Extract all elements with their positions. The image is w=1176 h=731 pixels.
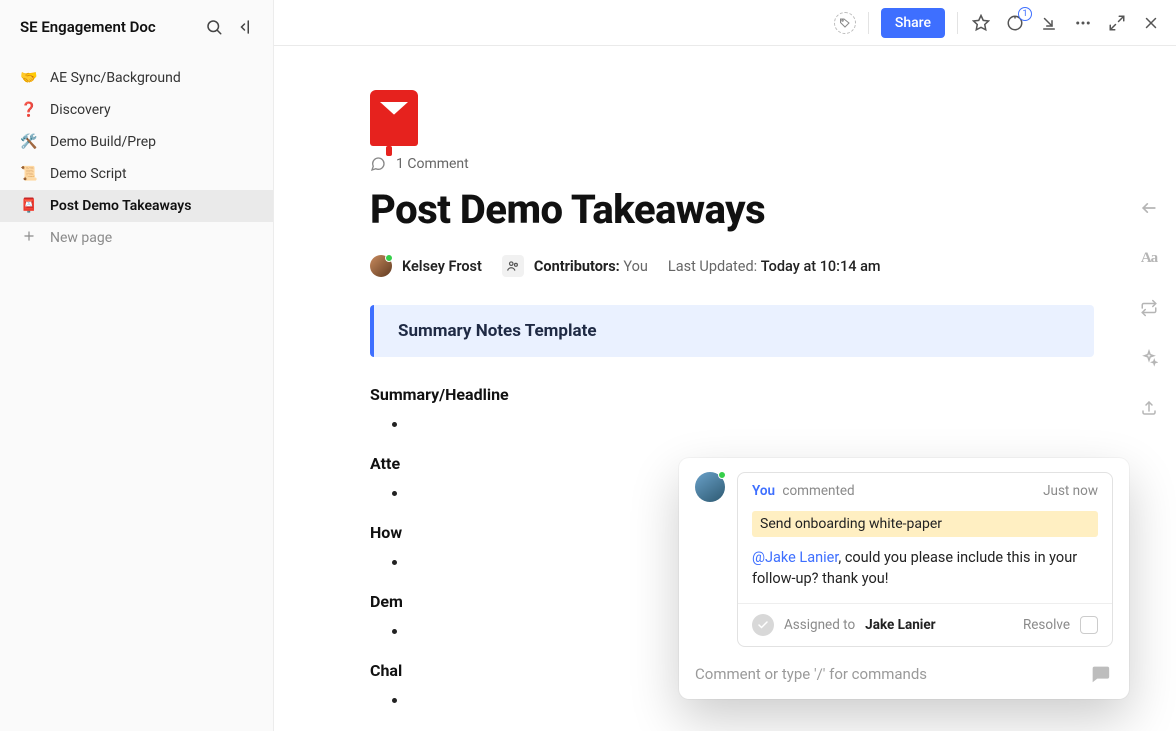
favorite-icon[interactable] — [970, 12, 992, 34]
upload-icon[interactable] — [1137, 396, 1161, 420]
share-button[interactable]: Share — [881, 8, 945, 38]
sidebar-item-label: AE Sync/Background — [50, 70, 181, 86]
author-chip[interactable]: Kelsey Frost — [370, 255, 482, 277]
people-icon — [502, 255, 524, 277]
assignee: Jake Lanier — [865, 617, 935, 633]
sidebar-list: 🤝 AE Sync/Background ❓ Discovery 🛠️ Demo… — [0, 48, 273, 254]
contributors-chip[interactable]: Contributors: You — [502, 255, 648, 277]
avatar — [695, 472, 725, 502]
sidebar-item-discovery[interactable]: ❓ Discovery — [0, 94, 273, 126]
topbar: Share 1 — [274, 0, 1176, 46]
comment-card: You commented Just now Send onboarding w… — [737, 472, 1113, 647]
tools-icon: 🛠️ — [20, 134, 38, 150]
search-icon[interactable] — [203, 16, 225, 38]
divider — [868, 12, 869, 34]
comment-text: @Jake Lanier, could you please include t… — [738, 547, 1112, 603]
main: Share 1 1 Comment — [274, 0, 1176, 731]
scroll-icon: 📜 — [20, 166, 38, 182]
sidebar-item-ae-sync[interactable]: 🤝 AE Sync/Background — [0, 62, 273, 94]
sparkle-icon[interactable] — [1137, 346, 1161, 370]
notifications-icon[interactable]: 1 — [1004, 12, 1026, 34]
sidebar-item-demo-build[interactable]: 🛠️ Demo Build/Prep — [0, 126, 273, 158]
assigned-label: Assigned to — [784, 617, 855, 633]
new-page-button[interactable]: New page — [0, 222, 273, 254]
sidebar-item-demo-script[interactable]: 📜 Demo Script — [0, 158, 273, 190]
callout-text: Summary Notes Template — [398, 321, 597, 341]
collapse-sidebar-icon[interactable] — [235, 16, 257, 38]
sidebar-header: SE Engagement Doc — [0, 0, 273, 48]
doc-icon[interactable] — [370, 90, 1094, 156]
comment-verb: commented — [782, 483, 854, 499]
check-icon — [752, 614, 774, 636]
comment-popover: You commented Just now Send onboarding w… — [679, 458, 1129, 699]
comment-input[interactable] — [695, 665, 1077, 683]
resolve-label: Resolve — [1023, 617, 1070, 633]
comment-count[interactable]: 1 Comment — [370, 156, 1094, 172]
last-updated: Last Updated: Today at 10:14 am — [668, 258, 881, 275]
author-name: Kelsey Frost — [402, 258, 482, 275]
expand-icon[interactable] — [1106, 12, 1128, 34]
right-rail: Aa — [1132, 196, 1166, 420]
tags-button[interactable] — [834, 12, 856, 34]
new-page-label: New page — [50, 230, 112, 246]
question-icon: ❓ — [20, 102, 38, 118]
typography-icon[interactable]: Aa — [1137, 246, 1161, 270]
sidebar-item-label: Post Demo Takeaways — [50, 198, 191, 214]
sync-icon[interactable] — [1137, 296, 1161, 320]
doc-workspace-title: SE Engagement Doc — [20, 18, 156, 36]
comment-author: You — [752, 483, 775, 499]
contributors-value: You — [623, 258, 648, 275]
comment-time: Just now — [1043, 483, 1098, 499]
sidebar-item-label: Discovery — [50, 102, 111, 118]
sidebar-item-post-demo[interactable]: 📮 Post Demo Takeaways — [0, 190, 273, 222]
callout-block[interactable]: Summary Notes Template — [370, 305, 1094, 357]
send-comment-icon[interactable] — [1087, 663, 1113, 685]
updated-label: Last Updated: — [668, 258, 757, 275]
more-icon[interactable] — [1072, 12, 1094, 34]
bullet-list[interactable] — [370, 412, 1094, 436]
handshake-icon: 🤝 — [20, 70, 38, 86]
notif-badge: 1 — [1018, 7, 1032, 21]
download-icon[interactable] — [1038, 12, 1060, 34]
close-icon[interactable] — [1140, 12, 1162, 34]
sidebar: SE Engagement Doc 🤝 AE Sync/Background ❓… — [0, 0, 274, 731]
indent-icon[interactable] — [1137, 196, 1161, 220]
postbox-icon: 📮 — [20, 198, 38, 214]
meta-row: Kelsey Frost Contributors: You Last Upda… — [370, 255, 1094, 277]
page-title[interactable]: Post Demo Takeaways — [370, 186, 1094, 233]
divider — [957, 12, 958, 34]
sidebar-item-label: Demo Build/Prep — [50, 134, 156, 150]
resolve-checkbox[interactable] — [1080, 616, 1098, 634]
contributors-label: Contributors: — [534, 258, 620, 275]
postbox-icon — [370, 90, 418, 146]
sidebar-item-label: Demo Script — [50, 166, 127, 182]
doc-scroll: 1 Comment Post Demo Takeaways Kelsey Fro… — [274, 46, 1176, 731]
plus-icon — [20, 229, 38, 247]
updated-value: Today at 10:14 am — [761, 258, 881, 275]
comment-count-label: 1 Comment — [396, 156, 469, 172]
avatar — [370, 255, 392, 277]
comment-quote: Send onboarding white-paper — [752, 511, 1098, 537]
section-heading[interactable]: Summary/Headline — [370, 385, 1094, 404]
mention[interactable]: @Jake Lanier — [752, 549, 838, 566]
